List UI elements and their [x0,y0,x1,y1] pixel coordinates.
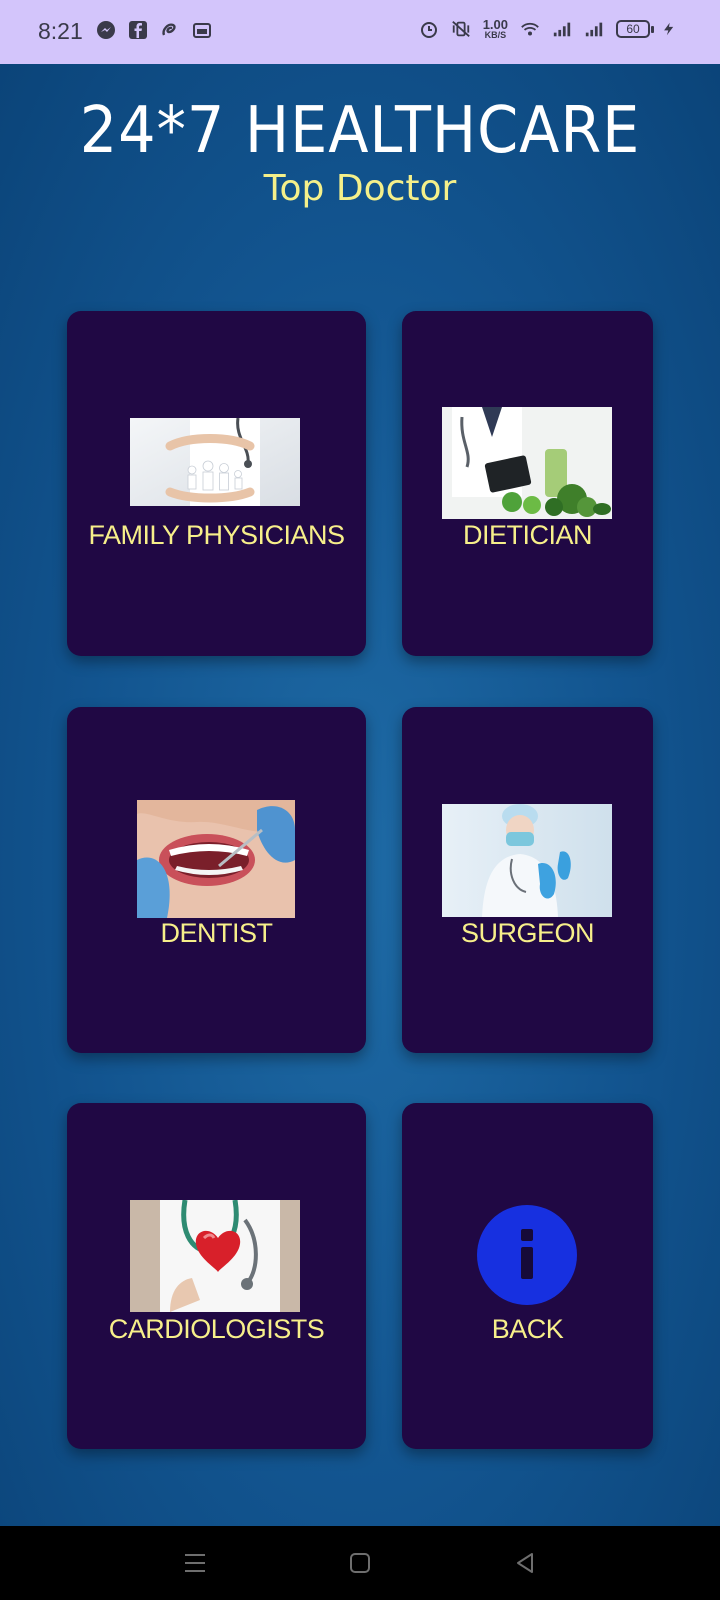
vibrate-icon [451,21,470,37]
cardiologists-card[interactable]: CARDIOLOGISTS [67,1103,366,1449]
dentist-label: DENTIST [160,918,273,948]
signal-icon-1 [553,22,571,37]
net-speed-unit: KB/S [484,30,507,40]
recent-apps-button[interactable] [180,1548,210,1578]
family-physicians-card[interactable]: FAMILY PHYSICIANS [67,311,366,656]
status-bar: 8:21 1.00 KB/S 60 [0,0,720,64]
back-nav-button[interactable] [510,1548,540,1578]
screenshot-icon [193,23,211,38]
system-nav-bar [0,1526,720,1600]
dietician-photo [442,407,612,519]
facebook-icon [129,21,147,39]
dietician-label: DIETICIAN [462,520,593,550]
messenger-icon [97,21,115,39]
system-icons: 1.00 KB/S 60 [419,18,676,40]
alarm-icon [420,22,437,38]
surgeon-label: SURGEON [460,918,595,948]
family-care-photo [130,418,300,506]
signal-icon-2 [585,22,603,37]
dentist-card[interactable]: DENTIST [67,707,366,1053]
back-card[interactable]: BACK [402,1103,653,1449]
airtel-icon [162,23,176,36]
app-subtitle: Top Doctor [263,168,457,209]
surgeon-photo [442,804,612,917]
charging-icon [664,22,674,36]
info-icon-dot [521,1229,533,1241]
net-speed: 1.00 KB/S [483,18,508,40]
family-physicians-label: FAMILY PHYSICIANS [88,520,345,550]
info-icon [477,1205,577,1305]
status-time: 8:21 [38,18,83,44]
cardiologist-photo [130,1200,300,1312]
battery-level: 60 [626,22,640,36]
info-icon-bar [521,1247,533,1279]
battery-icon: 60 [616,20,654,38]
home-button[interactable] [345,1548,375,1578]
surgeon-card[interactable]: SURGEON [402,707,653,1053]
dietician-card[interactable]: DIETICIAN [402,311,653,656]
wifi-icon [521,22,539,36]
back-label: BACK [491,1314,564,1344]
app-title: 24*7 HEALTHCARE [79,94,641,168]
notification-icons [96,20,212,40]
cardiologists-label: CARDIOLOGISTS [108,1314,325,1344]
app-body: 24*7 HEALTHCARE Top Doctor FAMILY PHYSIC… [0,64,720,1526]
dentist-photo [137,800,295,918]
